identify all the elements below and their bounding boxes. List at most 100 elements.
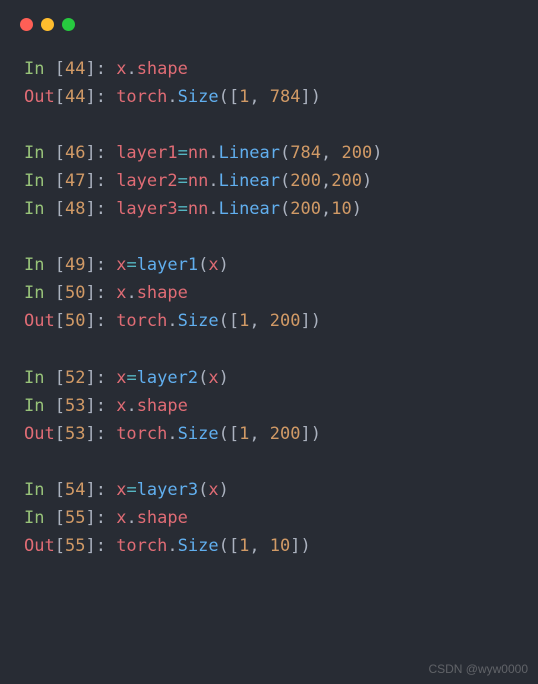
close-icon[interactable] <box>20 18 33 31</box>
code-line: In [55]: x.shape <box>24 504 514 532</box>
code-token: 200 <box>331 171 362 191</box>
code-line: Out[53]: torch.Size([1, 200]) <box>24 420 514 448</box>
in-prompt: In <box>24 59 55 79</box>
blank-line <box>24 448 514 476</box>
blank-line <box>24 223 514 251</box>
out-prompt: Out <box>24 424 55 444</box>
minimize-icon[interactable] <box>41 18 54 31</box>
code-token: . <box>208 143 218 163</box>
code-token: . <box>126 59 136 79</box>
code-token: 784 <box>290 143 321 163</box>
code-token: ) <box>219 480 229 500</box>
code-token: x <box>116 283 126 303</box>
code-token: torch <box>116 87 167 107</box>
code-token: ([ <box>219 311 239 331</box>
out-prompt: Out <box>24 311 55 331</box>
code-token: shape <box>137 396 188 416</box>
code-token: ) <box>219 368 229 388</box>
code-token: ) <box>219 255 229 275</box>
code-token: , <box>321 171 331 191</box>
prompt-sep: : <box>96 424 116 444</box>
code-token: Size <box>178 424 219 444</box>
code-token: torch <box>116 311 167 331</box>
code-line: Out[55]: torch.Size([1, 10]) <box>24 532 514 560</box>
code-line: In [49]: x=layer1(x) <box>24 251 514 279</box>
code-token: ( <box>280 171 290 191</box>
code-token: torch <box>116 536 167 556</box>
bracket: [ <box>55 255 65 275</box>
prompt-sep: : <box>96 536 116 556</box>
cell-number: 53 <box>65 424 85 444</box>
code-token: , <box>321 143 341 163</box>
bracket: [ <box>55 171 65 191</box>
cell-number: 44 <box>65 87 85 107</box>
code-token: x <box>116 255 126 275</box>
code-token: . <box>167 536 177 556</box>
prompt-sep: : <box>96 143 116 163</box>
bracket: [ <box>55 368 65 388</box>
code-token: = <box>126 480 136 500</box>
cell-number: 52 <box>65 368 85 388</box>
code-token: ]) <box>301 87 321 107</box>
bracket: ] <box>85 87 95 107</box>
prompt-sep: : <box>96 199 116 219</box>
code-token: shape <box>137 283 188 303</box>
bracket: [ <box>55 283 65 303</box>
code-token: x <box>208 255 218 275</box>
code-token: 784 <box>270 87 301 107</box>
code-token: ) <box>362 171 372 191</box>
code-line: Out[50]: torch.Size([1, 200]) <box>24 307 514 335</box>
maximize-icon[interactable] <box>62 18 75 31</box>
in-prompt: In <box>24 368 55 388</box>
cell-number: 50 <box>65 311 85 331</box>
bracket: ] <box>85 171 95 191</box>
bracket: ] <box>85 199 95 219</box>
code-token: ([ <box>219 424 239 444</box>
code-token: layer1 <box>137 255 198 275</box>
code-line: In [50]: x.shape <box>24 279 514 307</box>
bracket: ] <box>85 480 95 500</box>
code-token: 1 <box>239 424 249 444</box>
code-token: ([ <box>219 536 239 556</box>
code-token: 1 <box>239 311 249 331</box>
bracket: [ <box>55 424 65 444</box>
blank-line <box>24 335 514 363</box>
bracket: ] <box>85 283 95 303</box>
code-token: ( <box>198 368 208 388</box>
bracket: [ <box>55 87 65 107</box>
watermark: CSDN @wyw0000 <box>428 660 528 680</box>
out-prompt: Out <box>24 87 55 107</box>
in-prompt: In <box>24 480 55 500</box>
bracket: [ <box>55 311 65 331</box>
cell-number: 53 <box>65 396 85 416</box>
code-token: , <box>249 87 269 107</box>
code-token: x <box>208 368 218 388</box>
code-token: = <box>126 368 136 388</box>
bracket: ] <box>85 59 95 79</box>
code-token: 1 <box>239 87 249 107</box>
code-token: ) <box>372 143 382 163</box>
bracket: ] <box>85 143 95 163</box>
code-token: 10 <box>331 199 351 219</box>
prompt-sep: : <box>96 508 116 528</box>
cell-number: 55 <box>65 536 85 556</box>
code-token: nn <box>188 171 208 191</box>
prompt-sep: : <box>96 255 116 275</box>
cell-number: 48 <box>65 199 85 219</box>
bracket: [ <box>55 199 65 219</box>
code-token: , <box>321 199 331 219</box>
code-line: In [52]: x=layer2(x) <box>24 364 514 392</box>
prompt-sep: : <box>96 59 116 79</box>
code-token: 1 <box>239 536 249 556</box>
code-token: x <box>116 396 126 416</box>
prompt-sep: : <box>96 396 116 416</box>
window-controls <box>0 0 538 31</box>
code-token: . <box>167 424 177 444</box>
code-token: ]) <box>301 424 321 444</box>
code-token: ( <box>280 199 290 219</box>
code-token: ( <box>198 255 208 275</box>
bracket: [ <box>55 480 65 500</box>
in-prompt: In <box>24 508 55 528</box>
code-token: Linear <box>219 199 280 219</box>
code-token: ( <box>198 480 208 500</box>
